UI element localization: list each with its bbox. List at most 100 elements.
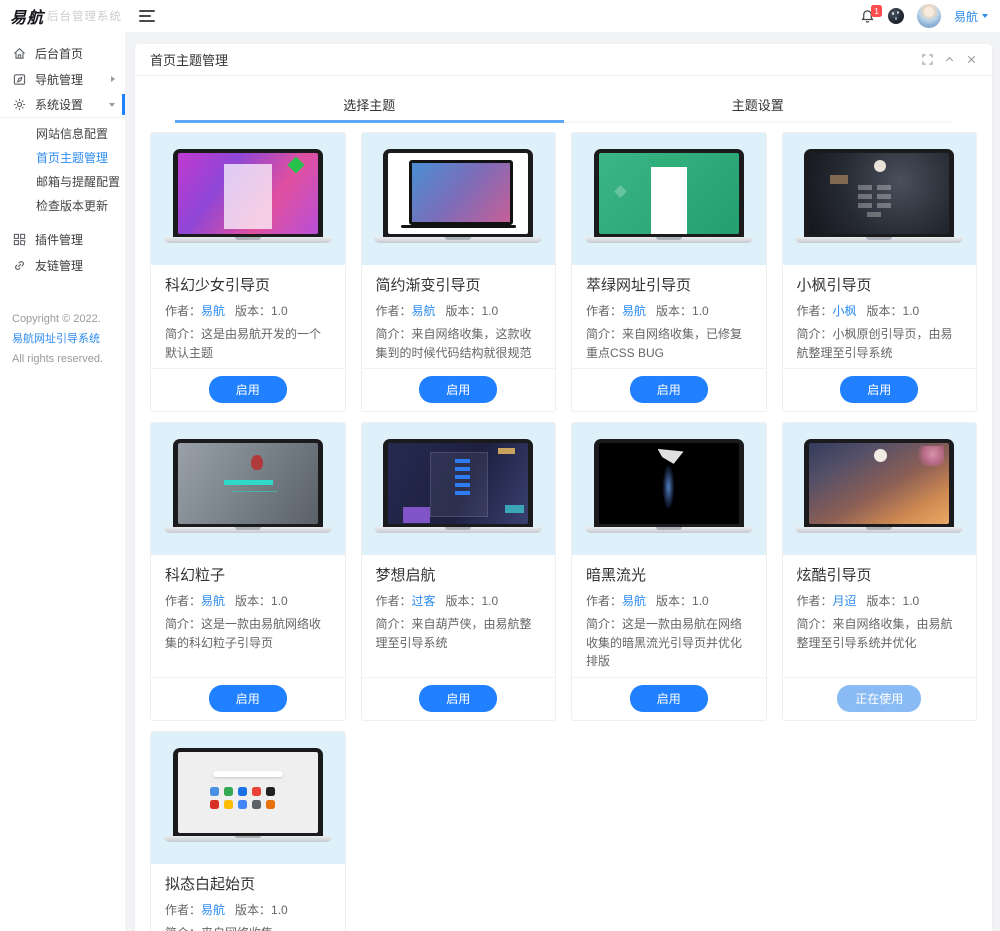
theme-author-link[interactable]: 月迢: [833, 594, 857, 608]
author-label: 作者：: [375, 304, 412, 318]
sidebar-item-label: 后台首页: [35, 46, 84, 61]
brand-name: 易航: [10, 8, 45, 27]
theme-preview: [151, 133, 345, 265]
sidebar: 易航 后台管理系统 后台首页 导航管理 系统设置 网站信息配置 首页主题管理 邮…: [0, 0, 125, 931]
menu-toggle-icon[interactable]: [139, 10, 155, 22]
collapse-icon[interactable]: [944, 54, 955, 65]
theme-grid: 科幻少女引导页 作者：易航 版本：1.0 简介：这是由易航开发的一个默认主题 启用: [135, 123, 992, 931]
enable-theme-button[interactable]: 启用: [629, 376, 708, 404]
panel-title: 首页主题管理: [150, 53, 229, 68]
theme-version: 1.0: [692, 594, 709, 609]
theme-preview: [782, 423, 976, 556]
fullscreen-icon[interactable]: [922, 54, 933, 65]
sidebar-item-mail-config[interactable]: 邮箱与提醒配置: [0, 170, 125, 194]
theme-version: 1.0: [271, 902, 288, 917]
link-icon: [13, 259, 26, 272]
theme-description: 简介：这是一款由易航在网络收集的暗黑流光引导页并优化排版: [586, 617, 743, 669]
sidebar-item-label: 导航管理: [35, 72, 84, 87]
sidebar-item-plugin-manage[interactable]: 插件管理: [0, 226, 125, 252]
enable-theme-button[interactable]: 启用: [840, 376, 919, 404]
laptop-mockup: [584, 149, 753, 243]
sidebar-nav: 后台首页 导航管理 系统设置 网站信息配置 首页主题管理 邮箱与提醒配置 检查版…: [0, 40, 125, 278]
gear-icon: [13, 98, 26, 111]
topbar: 1 易航: [125, 0, 1000, 32]
author-label: 作者：: [165, 902, 202, 917]
theme-title: 萃绿网址引导页: [586, 277, 692, 294]
tab-theme-settings[interactable]: 主题设置: [563, 85, 953, 123]
theme-meta: 作者：易航 版本：1.0: [165, 901, 331, 918]
desc-label: 简介：: [165, 926, 201, 931]
theme-author-link[interactable]: 易航: [412, 304, 436, 318]
sidebar-item-label: 友链管理: [35, 258, 84, 273]
user-menu[interactable]: 易航: [954, 8, 988, 25]
laptop-screen: [177, 443, 318, 525]
theme-preview: [361, 423, 555, 556]
theme-author-link[interactable]: 易航: [201, 903, 225, 917]
theme-preview: [572, 133, 766, 265]
theme-author-link[interactable]: 易航: [201, 594, 225, 608]
sidebar-item-site-info[interactable]: 网站信息配置: [0, 122, 125, 146]
laptop-mockup: [163, 747, 332, 842]
theme-author-link[interactable]: 易航: [622, 304, 646, 318]
theme-skin-icon[interactable]: [887, 8, 904, 24]
brand-suffix: 后台管理系统: [47, 11, 123, 23]
sidebar-item-dashboard[interactable]: 后台首页: [0, 40, 125, 66]
sidebar-item-theme-manage[interactable]: 首页主题管理: [0, 146, 125, 170]
theme-description: 简介：来自网络收集，这款收集到的时候代码结构就很规范: [375, 327, 532, 360]
copyright-link[interactable]: 易航网址引导系统: [12, 333, 100, 345]
theme-version: 1.0: [902, 304, 920, 318]
enable-theme-button[interactable]: 正在使用: [837, 684, 922, 712]
theme-card-footer: 正在使用: [782, 676, 976, 720]
version-label: 版本：: [866, 304, 903, 318]
theme-card-footer: 启用: [151, 368, 345, 411]
theme-card: 拟态白起始页 作者：易航版本：1.0 简介：来自网络收集 启用: [150, 730, 346, 931]
laptop-screen: [809, 153, 950, 234]
notification-bell-icon[interactable]: 1: [860, 4, 882, 24]
copyright-suffix: All rights reserved.: [12, 352, 104, 365]
desc-label: 简介：: [796, 327, 833, 341]
author-label: 作者：: [586, 304, 623, 318]
close-icon[interactable]: [966, 54, 977, 65]
theme-info: 梦想启航 作者：过客 版本：1.0 简介：来自葫芦侠，由易航整理至引导系统: [362, 555, 556, 677]
laptop-screen: [388, 443, 529, 525]
theme-preview: [361, 133, 555, 265]
panel-header: 首页主题管理: [135, 44, 992, 76]
theme-card: 科幻少女引导页 作者：易航 版本：1.0 简介：这是由易航开发的一个默认主题 启用: [150, 132, 346, 413]
theme-author-link[interactable]: 易航: [622, 594, 646, 608]
theme-info: 科幻少女引导页 作者：易航 版本：1.0 简介：这是由易航开发的一个默认主题: [151, 265, 345, 368]
theme-author-link[interactable]: 易航: [201, 304, 225, 318]
theme-card-footer: 启用: [782, 368, 976, 411]
theme-author-link[interactable]: 小枫: [833, 304, 857, 318]
version-label: 版本：: [656, 304, 693, 318]
theme-card-footer: 启用: [572, 676, 766, 720]
theme-info: 简约渐变引导页 作者：易航 版本：1.0 简介：来自网络收集，这款收集到的时候代码…: [362, 265, 556, 368]
sidebar-item-check-update[interactable]: 检查版本更新: [0, 194, 125, 218]
sidebar-item-friendlink-manage[interactable]: 友链管理: [0, 252, 125, 278]
enable-theme-button[interactable]: 启用: [419, 684, 498, 712]
sidebar-item-system-settings[interactable]: 系统设置: [0, 92, 125, 118]
theme-preview: [782, 133, 976, 265]
theme-info: 拟态白起始页 作者：易航版本：1.0 简介：来自网络收集: [151, 864, 345, 931]
version-label: 版本：: [866, 594, 903, 609]
enable-theme-button[interactable]: 启用: [208, 376, 287, 404]
desc-label: 简介：: [375, 327, 412, 341]
theme-preview: [151, 423, 345, 556]
theme-card: 小枫引导页 作者：小枫 版本：1.0 简介：小枫原创引导页，由易航整理至引导系统 …: [781, 132, 977, 413]
brand-logo[interactable]: 易航 后台管理系统: [0, 0, 125, 32]
theme-title: 简约渐变引导页: [375, 277, 481, 294]
enable-theme-button[interactable]: 启用: [629, 684, 708, 712]
user-avatar[interactable]: [916, 4, 941, 28]
enable-theme-button[interactable]: 启用: [419, 376, 498, 404]
sidebar-item-label: 插件管理: [35, 232, 84, 247]
laptop-mockup: [584, 439, 753, 534]
version-label: 版本：: [445, 594, 482, 609]
main-area: 1 易航 首页主题管理 选择主题 主题设置 科幻少女引导页 作者：易航 版本：1…: [125, 0, 1000, 931]
tab-select-theme[interactable]: 选择主题: [175, 85, 564, 123]
theme-author-link[interactable]: 过客: [412, 594, 436, 608]
version-label: 版本：: [235, 304, 272, 318]
enable-theme-button[interactable]: 启用: [208, 684, 287, 712]
theme-title: 小枫引导页: [796, 277, 872, 294]
laptop-screen: [598, 153, 739, 234]
theme-manage-panel: 首页主题管理 选择主题 主题设置 科幻少女引导页 作者：易航 版本：1.0 简介…: [135, 44, 992, 931]
sidebar-item-nav-manage[interactable]: 导航管理: [0, 66, 125, 92]
